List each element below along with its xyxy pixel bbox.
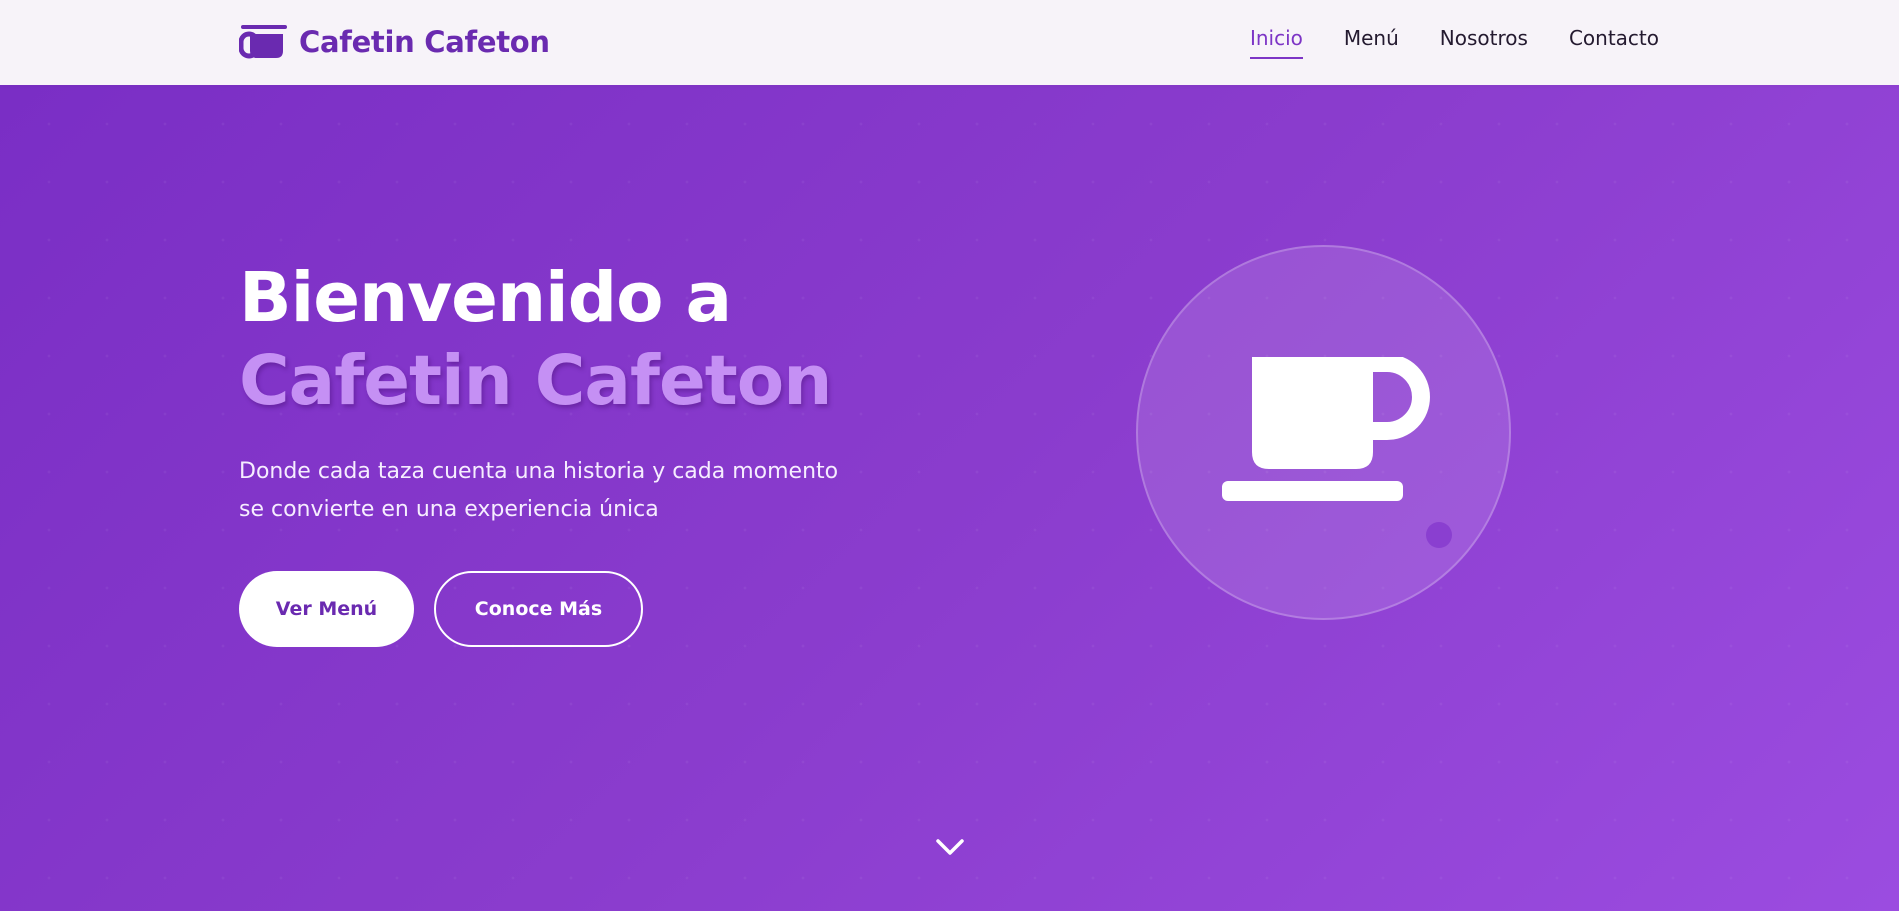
brand-name: Cafetin Cafeton bbox=[299, 25, 550, 59]
nav-link-nosotros[interactable]: Nosotros bbox=[1440, 26, 1528, 59]
coffee-cup-icon bbox=[1222, 357, 1430, 501]
chevron-down-icon[interactable] bbox=[934, 835, 966, 859]
hero-subtitle-line2: se convierte en una experiencia única bbox=[239, 497, 659, 522]
conoce-mas-button[interactable]: Conoce Más bbox=[434, 571, 643, 647]
coffee-cup-icon bbox=[239, 25, 287, 59]
hero-section: Bienvenido a Cafetin Cafeton Donde cada … bbox=[0, 85, 1899, 911]
page-bottom-edge bbox=[0, 911, 1899, 916]
nav-link-menu[interactable]: Menú bbox=[1344, 26, 1399, 59]
brand-logo[interactable]: Cafetin Cafeton bbox=[239, 20, 550, 64]
navbar: Cafetin Cafeton Inicio Menú Nosotros Con… bbox=[0, 0, 1899, 85]
hero-subtitle: Donde cada taza cuenta una historia y ca… bbox=[239, 453, 939, 529]
main-nav: Inicio Menú Nosotros Contacto bbox=[1249, 26, 1659, 59]
hero-subtitle-line1: Donde cada taza cuenta una historia y ca… bbox=[239, 459, 839, 484]
hero-illustration bbox=[1136, 245, 1511, 620]
ver-menu-button[interactable]: Ver Menú bbox=[239, 571, 414, 647]
decorative-dot bbox=[1426, 522, 1452, 548]
hero-title-brand: Cafetin Cafeton bbox=[239, 341, 832, 421]
nav-link-contacto[interactable]: Contacto bbox=[1569, 26, 1659, 59]
nav-link-inicio[interactable]: Inicio bbox=[1249, 26, 1303, 59]
hero-title: Bienvenido a Cafetin Cafeton bbox=[239, 257, 832, 423]
hero-title-line1: Bienvenido a bbox=[239, 258, 732, 338]
